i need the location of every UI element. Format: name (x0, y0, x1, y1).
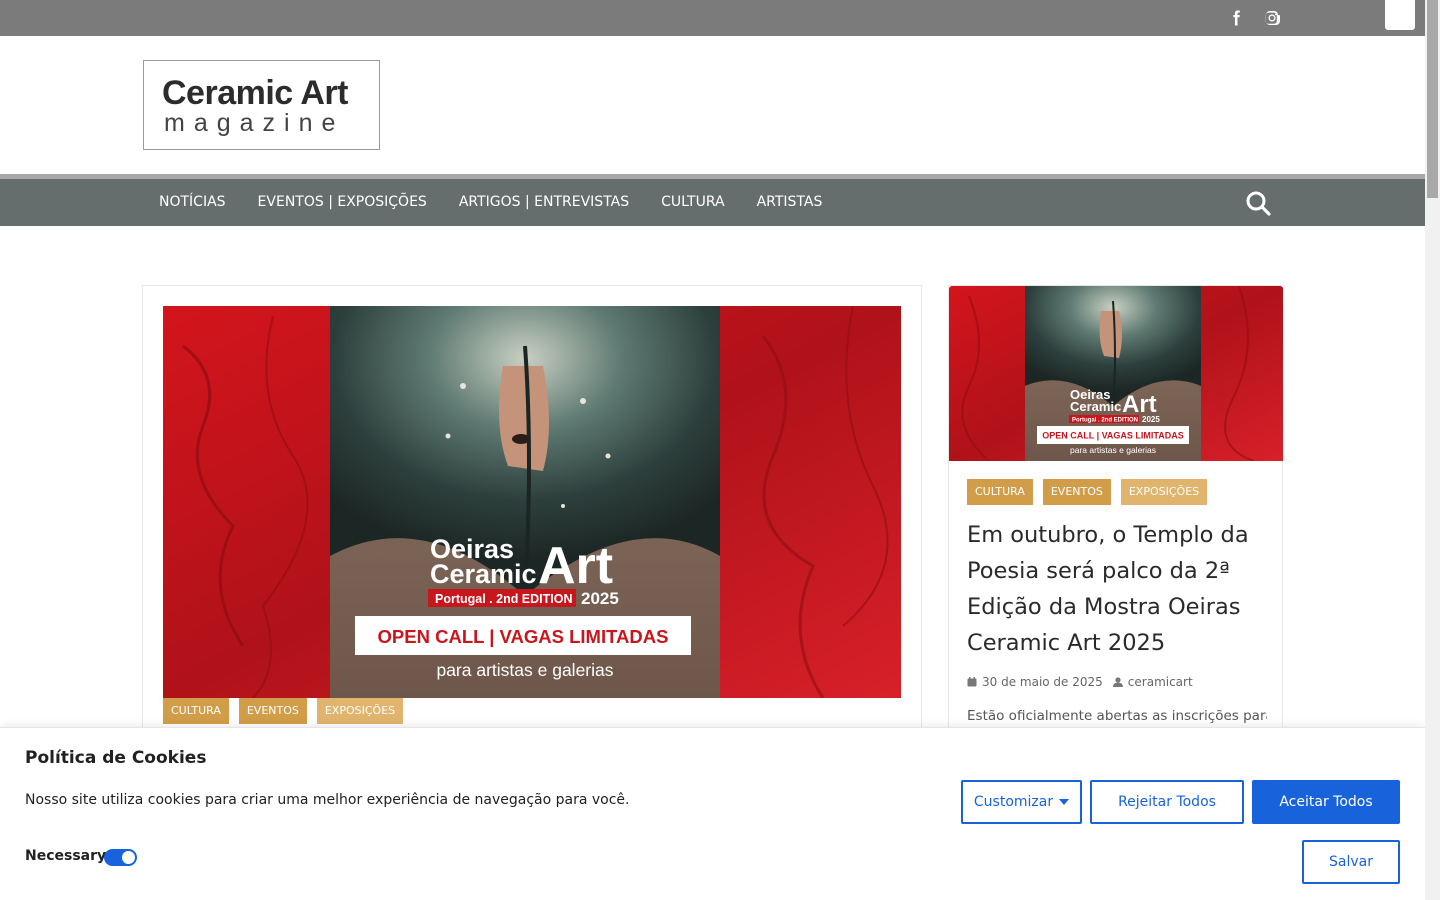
poster-edition: Portugal . 2nd EDITION (435, 592, 573, 606)
category-eventos[interactable]: EVENTOS (1042, 479, 1111, 505)
customize-label: Customizar (973, 794, 1054, 810)
post-excerpt: Estão oficialmente abertas as inscrições… (967, 708, 1267, 724)
category-eventos[interactable]: EVENTOS (238, 698, 307, 724)
cookie-text: Nosso site utiliza cookies para criar um… (25, 792, 630, 808)
logo-title: Ceramic Art (162, 74, 348, 112)
site-logo[interactable]: Ceramic Art magazine (143, 60, 380, 150)
side-poster-edition: Portugal . 2nd EDITION (1072, 418, 1138, 424)
nav-item-noticias[interactable]: NOTÍCIAS (143, 179, 242, 226)
category-cultura[interactable]: CULTURA (163, 698, 229, 724)
necessary-label: Necessary (25, 848, 107, 864)
poster-art: Art (538, 537, 613, 595)
save-button[interactable]: Salvar (1302, 840, 1400, 884)
reject-all-button[interactable]: Rejeitar Todos (1090, 780, 1244, 824)
poster-line2: Ceramic (430, 559, 537, 589)
side-poster-line2: Ceramic (1070, 399, 1121, 414)
nav-item-eventos[interactable]: EVENTOS | EXPOSIÇÕES (242, 179, 443, 226)
side-poster-art: Art (1122, 391, 1157, 418)
site-header: Ceramic Art magazine (0, 36, 1425, 174)
instagram-icon[interactable] (1261, 7, 1283, 29)
search-icon[interactable] (1245, 190, 1271, 216)
nav-item-artigos[interactable]: ARTIGOS | ENTREVISTAS (443, 179, 645, 226)
chevron-down-icon (1059, 799, 1070, 805)
nav-item-cultura[interactable]: CULTURA (645, 179, 740, 226)
side-categories: CULTURA EVENTOS EXPOSIÇÕES (967, 479, 1208, 505)
topbar-widget[interactable] (1385, 0, 1415, 30)
poster-year: 2025 (581, 589, 619, 608)
user-icon (1112, 677, 1123, 687)
side-poster-open-call: OPEN CALL | VAGAS LIMITADAS (1042, 431, 1184, 441)
page-scrollbar[interactable] (1425, 0, 1440, 900)
toggle-knob (122, 851, 135, 864)
side-poster-year: 2025 (1142, 415, 1160, 424)
side-post-title[interactable]: Em outubro, o Templo da Poesia será palc… (967, 517, 1267, 661)
cookie-title: Política de Cookies (25, 748, 207, 768)
post-date[interactable]: 30 de maio de 2025 (982, 675, 1103, 689)
facebook-icon[interactable] (1225, 7, 1247, 29)
customize-button[interactable]: Customizar (961, 780, 1082, 824)
poster-open-call: OPEN CALL | VAGAS LIMITADAS (378, 626, 669, 647)
featured-post-image[interactable]: Oeiras Ceramic Art Portugal . 2nd EDITIO… (163, 306, 901, 698)
side-post-image[interactable]: Oeiras Ceramic Art Portugal . 2nd EDITIO… (949, 286, 1283, 461)
side-poster-tagline: para artistas e galerias (1070, 445, 1156, 455)
top-bar (0, 0, 1425, 36)
scrollbar-thumb[interactable] (1427, 0, 1438, 198)
main-nav: NOTÍCIAS EVENTOS | EXPOSIÇÕES ARTIGOS | … (0, 179, 1425, 226)
cookie-banner: Política de Cookies Nosso site utiliza c… (0, 727, 1425, 900)
category-exposicoes[interactable]: EXPOSIÇÕES (316, 698, 404, 724)
category-exposicoes[interactable]: EXPOSIÇÕES (1120, 479, 1208, 505)
logo-subtitle: magazine (164, 109, 345, 137)
necessary-toggle[interactable] (104, 849, 137, 866)
category-cultura[interactable]: CULTURA (967, 479, 1033, 505)
featured-categories: CULTURA EVENTOS EXPOSIÇÕES (163, 698, 404, 724)
post-meta: 30 de maio de 2025 ceramicart (967, 675, 1193, 689)
calendar-icon (967, 677, 977, 687)
nav-item-artistas[interactable]: ARTISTAS (741, 179, 839, 226)
post-author[interactable]: ceramicart (1128, 675, 1193, 689)
poster-tagline: para artistas e galerias (436, 660, 613, 680)
accept-all-button[interactable]: Aceitar Todos (1252, 780, 1400, 824)
